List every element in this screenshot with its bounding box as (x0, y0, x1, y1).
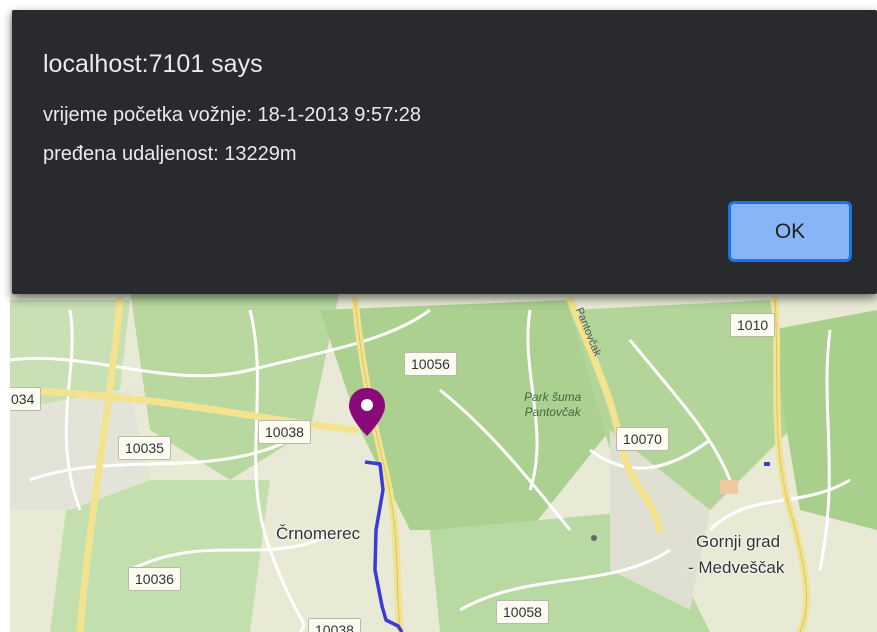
dialog-message-distance: pređena udaljenost: 13229m (43, 143, 297, 165)
road-label: 10036 (128, 567, 181, 591)
location-marker-icon[interactable] (347, 386, 387, 438)
road-label: 10038 (308, 618, 361, 632)
park-label-line1: Park šuma (524, 390, 582, 404)
dialog-message-start-time: vrijeme početka vožnje: 18-1-2013 9:57:2… (43, 104, 422, 126)
road-label: 10070 (616, 427, 669, 451)
dialog-title: localhost:7101 says (43, 50, 263, 78)
road-label: 1010 (730, 313, 776, 337)
park-label: Park šuma Pantovčak (524, 390, 581, 420)
alert-dialog: localhost:7101 says vrijeme početka vožn… (12, 10, 877, 294)
road-label: 10035 (118, 436, 171, 460)
road-label: 10058 (496, 600, 549, 624)
road-label: 10056 (404, 352, 457, 376)
place-label-crnomerec: Črnomerec (276, 524, 361, 543)
road-label: 10038 (258, 420, 311, 444)
park-label-line2: Pantovčak (524, 405, 581, 419)
place-label-gornji-grad: Gornji grad (696, 532, 781, 551)
road-label: 034 (10, 387, 42, 411)
place-label-medvescak: - Medveščak (688, 558, 785, 577)
ok-button[interactable]: OK (728, 201, 852, 262)
